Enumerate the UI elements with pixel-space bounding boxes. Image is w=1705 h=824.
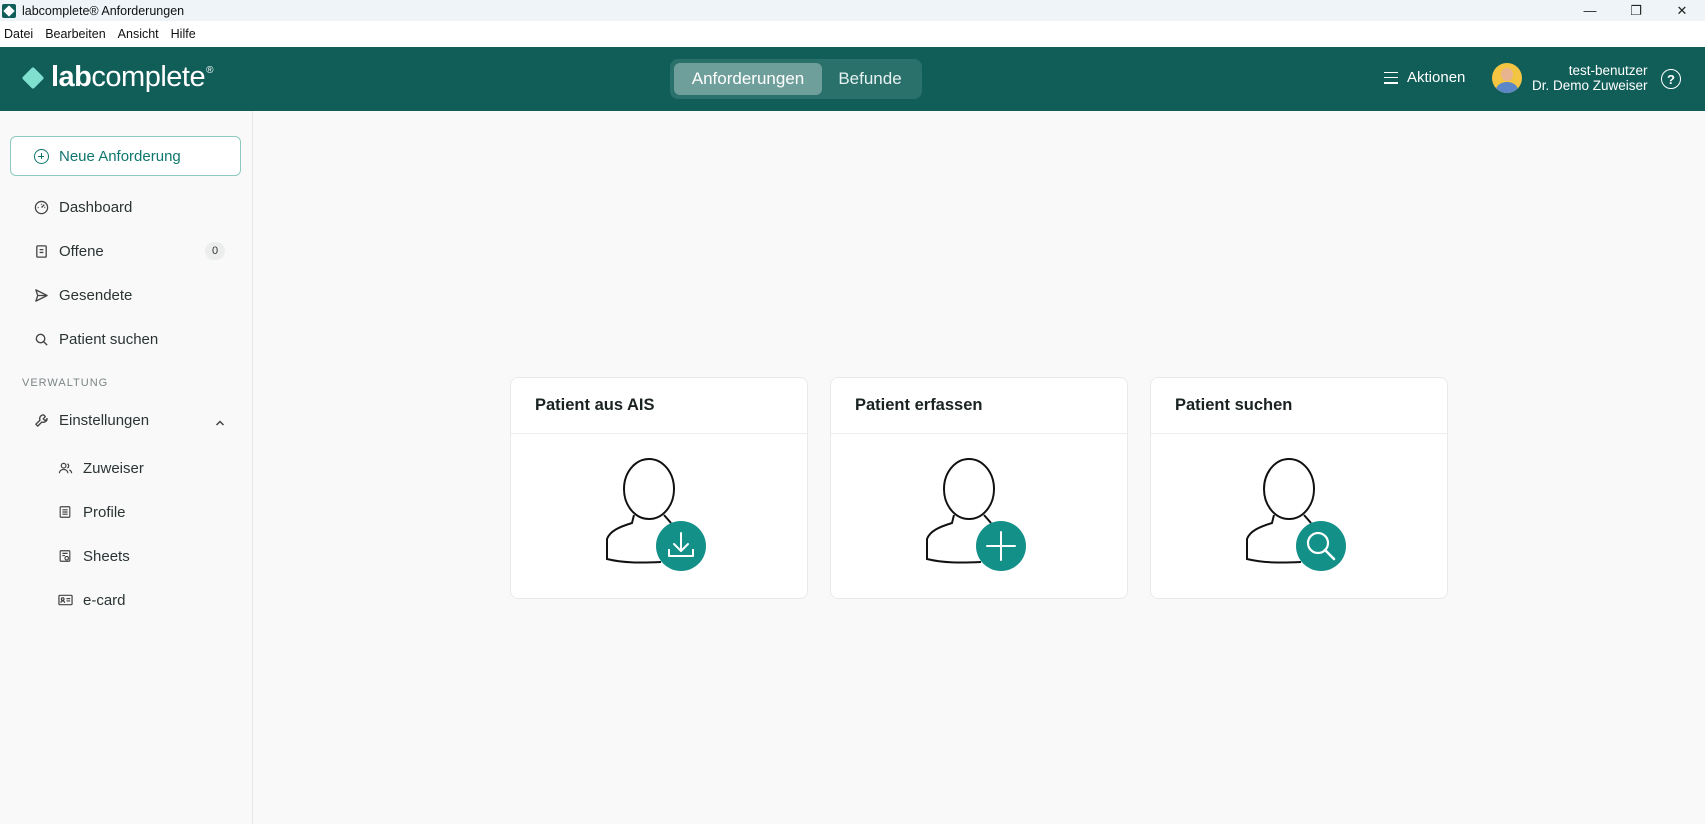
card-title: Patient erfassen xyxy=(831,378,1127,434)
sidebar-item-profile[interactable]: Profile xyxy=(0,492,253,532)
card-body xyxy=(831,434,1129,600)
sidebar: Neue Anforderung Dashboard Offene 0 Gese… xyxy=(0,111,253,824)
card-title: Patient aus AIS xyxy=(511,378,807,434)
send-icon xyxy=(33,287,49,303)
tab-anforderungen[interactable]: Anforderungen xyxy=(674,63,822,95)
card-patient-aus-ais[interactable]: Patient aus AIS xyxy=(510,377,808,599)
logo-text-regular: complete xyxy=(91,61,206,93)
chevron-up-icon[interactable] xyxy=(215,415,225,426)
sidebar-item-patient-suchen[interactable]: Patient suchen xyxy=(0,319,253,359)
sidebar-item-label: Einstellungen xyxy=(59,411,150,429)
logo[interactable]: lab complete ® xyxy=(21,61,214,94)
sidebar-item-einstellungen[interactable]: Einstellungen xyxy=(0,400,253,440)
sidebar-item-label: Offene xyxy=(59,242,104,260)
card-patient-erfassen[interactable]: Patient erfassen xyxy=(830,377,1128,599)
sidebar-item-label: Sheets xyxy=(83,547,130,565)
gauge-icon xyxy=(33,199,49,215)
window-controls: — ❐ ✕ xyxy=(1567,0,1705,21)
window-titlebar: labcomplete® Anforderungen — ❐ ✕ xyxy=(0,0,1705,21)
sidebar-item-offene[interactable]: Offene 0 xyxy=(0,231,253,271)
restore-button[interactable]: ❐ xyxy=(1613,0,1659,21)
patient-search-icon xyxy=(1246,458,1346,571)
sidebar-item-e-card[interactable]: e-card xyxy=(0,580,253,620)
actions-menu-button[interactable]: Aktionen xyxy=(1384,69,1465,86)
list-icon xyxy=(57,504,73,520)
sidebar-item-label: Dashboard xyxy=(59,198,133,216)
minimize-button[interactable]: — xyxy=(1567,0,1613,21)
menu-hilfe[interactable]: Hilfe xyxy=(171,27,196,41)
menu-ansicht[interactable]: Ansicht xyxy=(118,27,159,41)
menu-bearbeiten[interactable]: Bearbeiten xyxy=(45,27,105,41)
search-icon xyxy=(33,331,49,347)
app-header: lab complete ® Anforderungen Befunde Akt… xyxy=(0,47,1705,111)
count-badge: 0 xyxy=(205,242,225,260)
card-body xyxy=(511,434,809,600)
actions-label: Aktionen xyxy=(1407,69,1466,86)
menu-datei[interactable]: Datei xyxy=(4,27,33,41)
wrench-icon xyxy=(33,412,49,428)
window-title: labcomplete® Anforderungen xyxy=(22,3,185,18)
logo-text-bold: lab xyxy=(51,61,92,93)
sidebar-item-label: Zuweiser xyxy=(83,459,144,477)
new-request-label: Neue Anforderung xyxy=(59,147,181,165)
avatar xyxy=(1492,63,1522,93)
section-label-verwaltung: VERWALTUNG xyxy=(22,377,109,389)
logo-diamond-icon xyxy=(21,66,45,89)
card-body xyxy=(1151,434,1449,600)
main-tabs: Anforderungen Befunde xyxy=(670,59,922,99)
help-icon[interactable]: ? xyxy=(1661,69,1681,89)
user-role: Dr. Demo Zuweiser xyxy=(1532,78,1648,93)
menu-bar: Datei Bearbeiten Ansicht Hilfe xyxy=(0,21,1705,47)
plus-circle-icon xyxy=(34,148,49,164)
logo-registered: ® xyxy=(206,65,214,76)
user-info: test-benutzer Dr. Demo Zuweiser xyxy=(1532,63,1648,93)
sidebar-item-label: Profile xyxy=(83,503,126,521)
users-icon xyxy=(57,460,73,476)
close-button[interactable]: ✕ xyxy=(1659,0,1705,21)
user-menu[interactable]: test-benutzer Dr. Demo Zuweiser xyxy=(1492,63,1648,93)
sidebar-item-gesendete[interactable]: Gesendete xyxy=(0,275,253,315)
id-card-icon xyxy=(57,592,73,608)
sidebar-item-sheets[interactable]: Sheets xyxy=(0,536,253,576)
sheet-icon xyxy=(57,548,73,564)
menu-icon xyxy=(1384,71,1398,84)
card-title: Patient suchen xyxy=(1151,378,1447,434)
user-name: test-benutzer xyxy=(1568,63,1648,78)
sidebar-item-zuweiser[interactable]: Zuweiser xyxy=(0,448,253,488)
sidebar-item-label: Gesendete xyxy=(59,286,133,304)
clipboard-icon xyxy=(33,243,49,259)
card-patient-suchen[interactable]: Patient suchen xyxy=(1150,377,1448,599)
app-icon xyxy=(2,3,16,18)
patient-add-icon xyxy=(926,458,1026,571)
patient-download-icon xyxy=(606,458,706,571)
sidebar-item-label: e-card xyxy=(83,591,126,609)
tab-befunde[interactable]: Befunde xyxy=(822,63,918,95)
sidebar-item-label: Patient suchen xyxy=(59,330,159,348)
sidebar-item-dashboard[interactable]: Dashboard xyxy=(0,187,253,227)
new-request-button[interactable]: Neue Anforderung xyxy=(10,136,241,176)
